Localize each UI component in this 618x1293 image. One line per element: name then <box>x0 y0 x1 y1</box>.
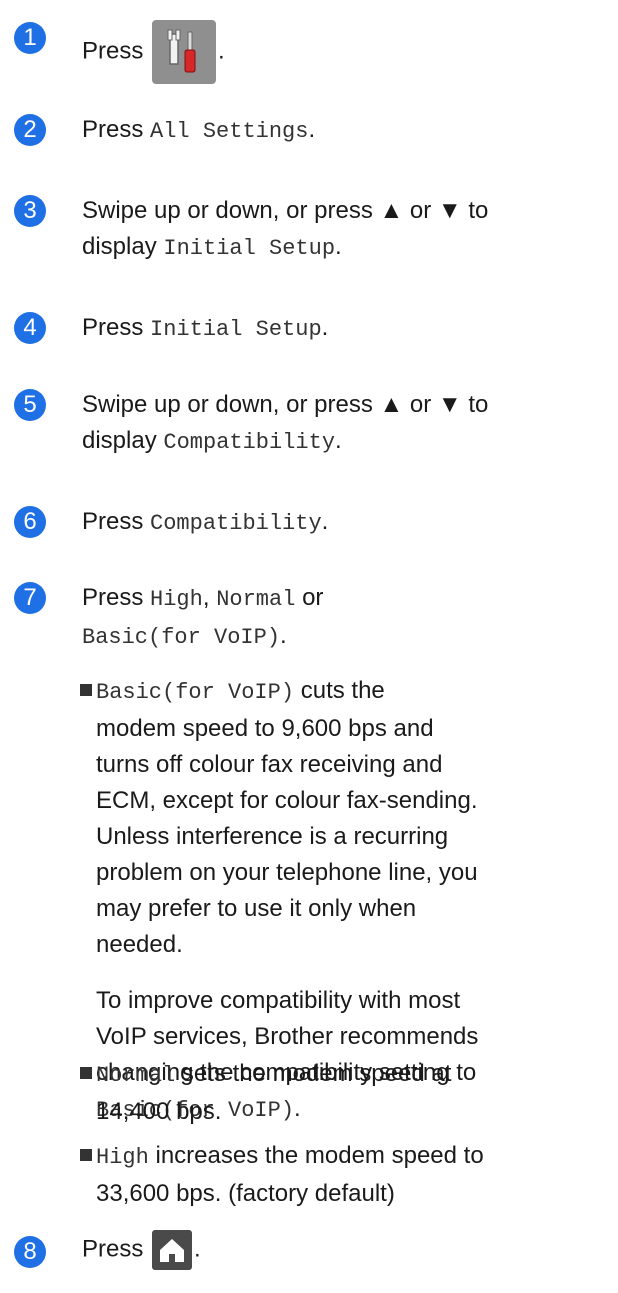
step-number: 4 <box>14 312 46 344</box>
step-period: . <box>280 622 287 649</box>
menu-label: Compatibility <box>150 511 322 536</box>
step-word: display <box>82 233 157 260</box>
bullet-square <box>80 1067 92 1079</box>
bullet-line: VoIP services, Brother recommends <box>96 1023 479 1050</box>
step-number: 8 <box>14 1236 46 1268</box>
step-text: Swipe up or down, or press ▲ or ▼ to dis… <box>82 387 600 461</box>
step-period: . <box>194 1235 201 1263</box>
step-number: 1 <box>14 22 46 54</box>
step-period: . <box>335 427 342 454</box>
step-period: . <box>308 116 316 143</box>
option-normal: Normal <box>216 587 296 612</box>
option-basic: Basic(for VoIP) <box>96 680 295 705</box>
option-high: High <box>150 587 203 612</box>
bullet-line: Normal sets the modem speed at <box>96 1056 566 1094</box>
step-period: . <box>335 233 342 260</box>
bullet-high: High increases the modem speed to 33,600… <box>80 1138 566 1212</box>
menu-label: Initial Setup <box>163 236 336 261</box>
step-text: Swipe up or down, or press ▲ or ▼ to dis… <box>82 193 600 267</box>
step-verb: Press <box>82 584 144 611</box>
bullet-text: sets the modem speed at <box>181 1060 452 1087</box>
step-number: 3 <box>14 195 46 227</box>
bullet-line: High increases the modem speed to <box>96 1138 566 1176</box>
step-word: display <box>82 427 157 454</box>
bullet-line: turns off colour fax receiving and <box>96 751 443 778</box>
menu-label: All Settings <box>150 119 309 144</box>
bullet-line: Unless interference is a recurring <box>96 823 449 850</box>
bullet-line: needed. <box>96 931 183 958</box>
step-line: Swipe up or down, or press ▲ or ▼ to <box>82 391 489 418</box>
step-text: Press Compatibility. <box>82 504 600 542</box>
menu-label: Compatibility <box>163 430 336 455</box>
home-icon <box>152 1230 193 1270</box>
separator: , <box>202 584 210 611</box>
step-number: 5 <box>14 389 46 421</box>
bullet-line: 33,600 bps. (factory default) <box>96 1180 395 1207</box>
step-text: Press . <box>82 1230 600 1270</box>
step-period: . <box>218 37 225 65</box>
step-text: Press . <box>82 20 600 84</box>
step-text: Press Initial Setup. <box>82 310 600 348</box>
step-verb: Press <box>82 508 144 535</box>
bullet-line: Basic(for VoIP) cuts the <box>96 673 566 711</box>
option-basic: Basic(for VoIP) <box>82 625 281 650</box>
step-line: display Initial Setup. <box>82 229 600 267</box>
step-line: Swipe up or down, or press ▲ or ▼ to <box>82 197 489 224</box>
step-text: Press All Settings. <box>82 112 600 150</box>
step-number: 2 <box>14 114 46 146</box>
step-line: Basic(for VoIP). <box>82 618 600 656</box>
bullet-text: increases the modem speed to <box>155 1142 484 1169</box>
bullet-square <box>80 684 92 696</box>
step-verb: Press <box>82 116 144 143</box>
option-high: High <box>96 1145 149 1170</box>
bullet-text: cuts the <box>300 677 385 704</box>
step-verb: Press <box>82 37 144 65</box>
step-text: Press High, Normal or Basic(for VoIP). <box>82 580 600 656</box>
bullet-line: may prefer to use it only when <box>96 895 417 922</box>
bullet-line: 14,400 bps. <box>96 1098 222 1125</box>
step-line: Press High, Normal or <box>82 580 600 618</box>
option-normal: Normal <box>96 1063 176 1088</box>
bullet-line: problem on your telephone line, you <box>96 859 478 886</box>
bullet-line: ECM, except for colour fax-sending. <box>96 787 478 814</box>
step-verb: Press <box>82 1235 144 1263</box>
step-period: . <box>321 314 329 341</box>
step-line: display Compatibility. <box>82 423 600 461</box>
step-number: 6 <box>14 506 46 538</box>
bullet-line: modem speed to 9,600 bps and <box>96 715 434 742</box>
settings-tools-icon <box>152 20 217 84</box>
bullet-normal: Normal sets the modem speed at 14,400 bp… <box>80 1056 566 1130</box>
step-number: 7 <box>14 582 46 614</box>
step-period: . <box>321 508 329 535</box>
bullet-square <box>80 1149 92 1161</box>
step-verb: Press <box>82 314 144 341</box>
separator: or <box>302 584 324 611</box>
bullet-line: To improve compatibility with most <box>96 987 461 1014</box>
menu-label: Initial Setup <box>150 317 322 342</box>
